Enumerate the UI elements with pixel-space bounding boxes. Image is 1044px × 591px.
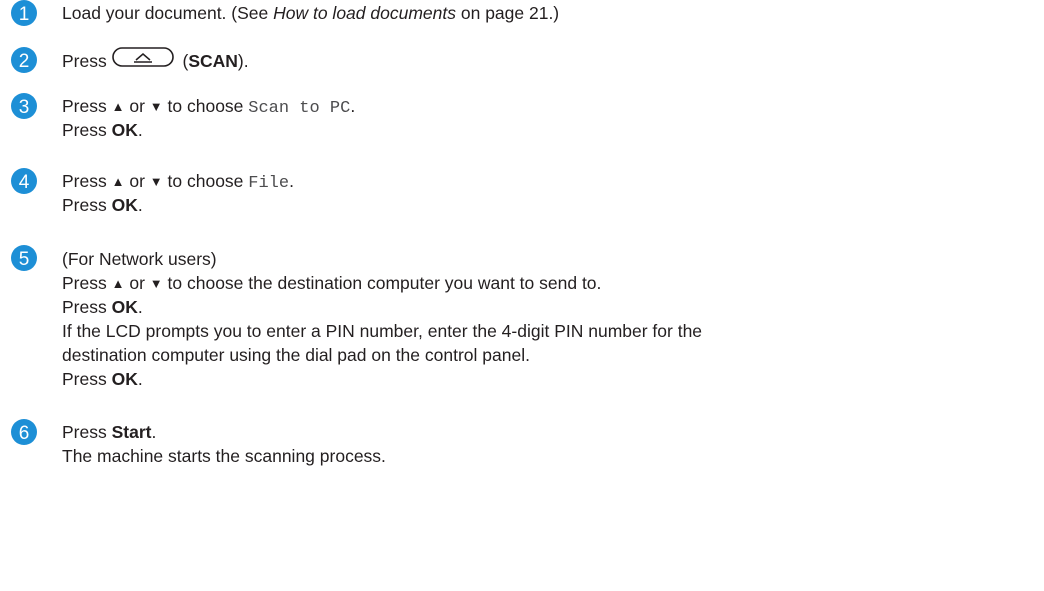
text-run: Press	[62, 273, 112, 293]
step-number: 3	[19, 97, 30, 118]
step-3-line-2: Press OK.	[62, 119, 1044, 143]
text-run: (	[177, 50, 189, 71]
text-run: .	[289, 171, 294, 191]
down-arrow-icon: ▼	[149, 174, 163, 189]
lcd-menu-option: File	[248, 174, 290, 193]
text-run: .	[137, 297, 143, 317]
text-run: to choose the destination computer you w…	[162, 273, 602, 293]
text-run: to choose	[162, 96, 249, 116]
step-5-line-6: Press OK.	[62, 367, 1044, 391]
step-number-badge-icon: 5	[11, 245, 37, 271]
step-3-line-1: Press ▲ or ▼ to choose Scan to PC.	[62, 95, 1044, 119]
ok-key-label: OK	[111, 119, 138, 140]
text-run: or	[124, 96, 150, 116]
step-5-line-5: destination computer using the dial pad …	[62, 345, 530, 365]
cross-reference-link[interactable]: How to load documents	[273, 3, 456, 23]
step-number-badge-icon: 6	[11, 419, 37, 445]
ok-key-label: OK	[111, 297, 138, 317]
text-run: or	[124, 171, 150, 191]
step-number: 1	[19, 4, 30, 25]
text-run: Press	[62, 171, 112, 191]
start-key-label: Start	[111, 422, 152, 442]
step-6-line-2: The machine starts the scanning process.	[62, 445, 386, 466]
text-run: Press	[62, 119, 112, 140]
text-run: .	[137, 119, 143, 140]
down-arrow-icon: ▼	[149, 99, 163, 114]
text-run: .	[151, 422, 157, 442]
step-5-line-1: (For Network users)	[62, 249, 217, 269]
text-run: .	[137, 369, 143, 389]
step-number-badge-icon: 1	[11, 0, 37, 26]
lcd-menu-option: Scan to PC	[248, 99, 351, 118]
text-run: Press	[62, 194, 112, 215]
step-5-line-2: Press ▲ or ▼ to choose the destination c…	[62, 271, 1044, 295]
text-run: ).	[237, 50, 249, 71]
step-6-line-1: Press Start.	[62, 421, 1044, 445]
step-4-line-2: Press OK.	[62, 194, 1044, 218]
step-1-text: Load your document. (See How to load doc…	[62, 2, 1044, 26]
step-number-badge-icon: 2	[11, 47, 37, 73]
up-arrow-icon: ▲	[111, 99, 125, 114]
text-run: Press	[62, 422, 112, 442]
scan-key-icon	[111, 47, 174, 74]
step-5-line-4: If the LCD prompts you to enter a PIN nu…	[62, 321, 703, 341]
text-run: Press	[62, 369, 112, 389]
up-arrow-icon: ▲	[111, 174, 125, 189]
step-5-line-3: Press OK.	[62, 295, 1044, 319]
up-arrow-icon: ▲	[111, 276, 125, 291]
step-number-badge-icon: 4	[11, 168, 37, 194]
step-2-text: Press (SCAN).	[62, 47, 1044, 74]
text-run: Load your document. (See	[62, 3, 274, 23]
step-number: 6	[19, 423, 30, 444]
text-run: Press	[62, 297, 112, 317]
text-run: to choose	[162, 171, 249, 191]
step-number-badge-icon: 3	[11, 93, 37, 119]
step-number: 5	[19, 249, 30, 270]
text-run: Press	[62, 50, 107, 71]
ok-key-label: OK	[111, 194, 138, 215]
step-4-line-1: Press ▲ or ▼ to choose File.	[62, 170, 1044, 194]
text-run: Press	[62, 96, 112, 116]
step-number: 2	[19, 51, 30, 72]
text-run: .	[350, 96, 356, 116]
text-run: on page 21.)	[456, 3, 560, 23]
down-arrow-icon: ▼	[149, 276, 163, 291]
text-run: .	[137, 194, 143, 215]
step-number: 4	[19, 172, 30, 193]
scan-key-label: SCAN	[188, 50, 238, 71]
text-run: or	[124, 273, 150, 293]
ok-key-label: OK	[111, 369, 138, 389]
